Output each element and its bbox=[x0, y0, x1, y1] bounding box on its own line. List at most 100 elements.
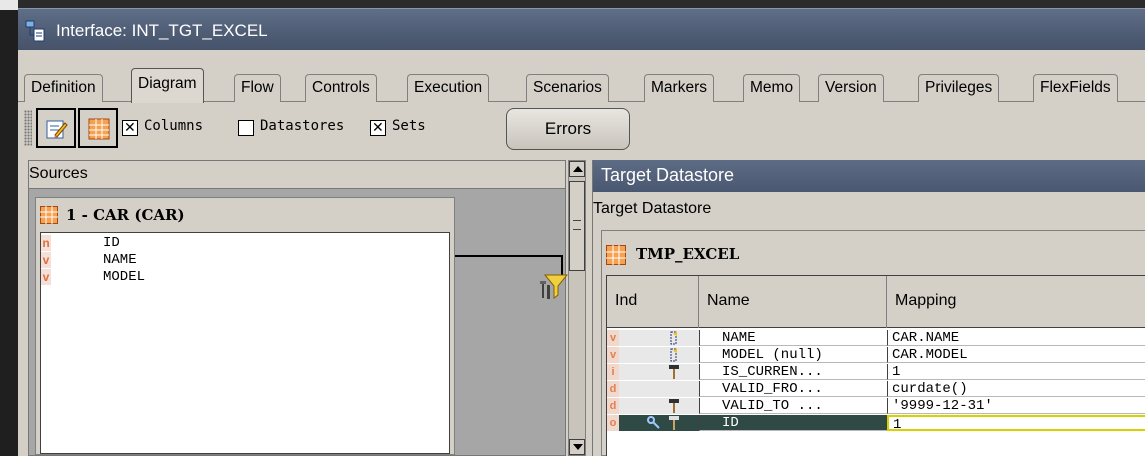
column-name: ID bbox=[103, 235, 120, 251]
edit-button[interactable] bbox=[36, 108, 76, 148]
mapping-expression[interactable]: 1 bbox=[887, 364, 1145, 380]
target-header: Target Datastore bbox=[593, 160, 1145, 192]
column-type-badge: v bbox=[607, 330, 619, 346]
column-type-badge: o bbox=[607, 415, 619, 431]
tab-controls[interactable]: Controls bbox=[305, 74, 377, 102]
title-bar[interactable]: Interface: INT_TGT_EXCEL bbox=[18, 8, 1145, 50]
datastores-checkbox[interactable] bbox=[238, 120, 254, 136]
list-item[interactable]: v MODEL bbox=[41, 269, 441, 285]
indicator-cell bbox=[619, 364, 699, 380]
source-datastore-box[interactable]: 1 - CAR (CAR) n ID v NAME v MODEL bbox=[35, 197, 455, 455]
target-column-name: IS_CURREN... bbox=[699, 364, 887, 380]
column-type-badge: v bbox=[41, 252, 51, 268]
sets-checkbox[interactable] bbox=[370, 119, 386, 136]
column-type-badge: v bbox=[41, 269, 51, 285]
mapping-expression[interactable]: '9999-12-31' bbox=[887, 398, 1145, 414]
staging-hammer-icon bbox=[669, 399, 679, 413]
datastore-table-icon bbox=[88, 118, 110, 140]
sets-label: Sets bbox=[392, 118, 426, 134]
sources-title: Sources bbox=[29, 165, 88, 182]
interface-icon bbox=[25, 20, 45, 42]
grid-header: Ind Name Mapping bbox=[607, 276, 1145, 328]
target-column-icon bbox=[670, 348, 677, 362]
table-row[interactable]: d VALID_FRO... curdate() bbox=[607, 381, 1145, 397]
target-column-icon bbox=[670, 331, 677, 345]
indicator-cell bbox=[619, 347, 699, 363]
target-column-name: MODEL (null) bbox=[699, 347, 887, 363]
diagram-toolbar: Columns Datastores Sets Errors bbox=[18, 104, 1145, 152]
datastore-table-icon bbox=[606, 245, 626, 265]
tab-flow[interactable]: Flow bbox=[234, 74, 281, 102]
column-type-badge: v bbox=[607, 347, 619, 363]
indicator-cell bbox=[619, 381, 699, 397]
tab-definition[interactable]: Definition bbox=[24, 74, 103, 102]
tab-execution[interactable]: Execution bbox=[407, 74, 490, 102]
mapping-expression[interactable]: curdate() bbox=[887, 381, 1145, 397]
target-mapping-grid: Ind Name Mapping v NAME CAR.NAME v MODEL… bbox=[606, 275, 1145, 456]
target-column-name: NAME bbox=[699, 330, 887, 346]
table-row[interactable]: i IS_CURREN... 1 bbox=[607, 364, 1145, 380]
column-type-badge: n bbox=[41, 235, 51, 251]
datastore-table-icon bbox=[40, 206, 58, 224]
mapping-expression[interactable]: CAR.NAME bbox=[887, 330, 1145, 346]
mapping-expression[interactable]: CAR.MODEL bbox=[887, 347, 1145, 363]
sources-scrollbar[interactable] bbox=[568, 160, 586, 456]
key-icon bbox=[647, 416, 660, 429]
tab-strip: Definition Diagram Flow Controls Executi… bbox=[18, 68, 1145, 103]
columns-checkbox[interactable] bbox=[122, 119, 138, 136]
toolbar-grip[interactable] bbox=[24, 110, 32, 146]
filter-funnel-icon[interactable] bbox=[539, 273, 569, 303]
source-datastore-title: 1 - CAR (CAR) bbox=[66, 206, 185, 224]
join-link-line bbox=[455, 255, 563, 257]
column-type-badge: i bbox=[607, 364, 619, 380]
target-column-name: VALID_FRO... bbox=[699, 381, 887, 397]
tab-version[interactable]: Version bbox=[818, 74, 884, 102]
interface-window: Interface: INT_TGT_EXCEL Definition Diag… bbox=[18, 8, 1145, 456]
column-header-name[interactable]: Name bbox=[699, 276, 887, 328]
tab-diagram[interactable]: Diagram bbox=[131, 68, 204, 103]
target-header-title: Target Datastore bbox=[601, 165, 735, 185]
columns-label: Columns bbox=[144, 118, 204, 134]
indicator-cell bbox=[619, 330, 699, 346]
errors-button[interactable]: Errors bbox=[506, 108, 630, 150]
mapping-expression[interactable]: 1 bbox=[887, 415, 1145, 433]
table-row[interactable]: v NAME CAR.NAME bbox=[607, 330, 1145, 346]
column-type-badge: d bbox=[607, 381, 619, 397]
target-column-name: VALID_TO ... bbox=[699, 398, 887, 414]
sources-header: Sources bbox=[29, 161, 565, 189]
sources-panel: Sources 1 - CAR (CAR) n ID v NAME v MODE… bbox=[28, 160, 569, 456]
table-row[interactable]: d VALID_TO ... '9999-12-31' bbox=[607, 398, 1145, 414]
indicator-cell bbox=[619, 398, 699, 414]
tab-privileges[interactable]: Privileges bbox=[918, 74, 1000, 102]
scroll-up-arrow-icon[interactable] bbox=[569, 161, 585, 177]
indicator-cell bbox=[619, 415, 699, 431]
tab-memo[interactable]: Memo bbox=[743, 74, 801, 102]
target-datastore-box[interactable]: TMP_EXCEL Ind Name Mapping v NAME CAR.NA… bbox=[601, 230, 1145, 456]
target-column-name: ID bbox=[699, 415, 887, 431]
datastores-label: Datastores bbox=[260, 118, 345, 134]
desktop-strip-top bbox=[0, 0, 18, 10]
tab-scenarios[interactable]: Scenarios bbox=[526, 74, 609, 102]
list-item[interactable]: n ID bbox=[41, 235, 441, 251]
target-panel: Target Datastore Target Datastore TMP_EX… bbox=[592, 160, 1145, 456]
column-type-badge: d bbox=[607, 398, 619, 414]
column-header-ind[interactable]: Ind bbox=[607, 276, 699, 328]
datastore-view-button[interactable] bbox=[78, 108, 118, 148]
list-item[interactable]: v NAME bbox=[41, 252, 441, 268]
staging-hammer-icon bbox=[669, 416, 679, 430]
scroll-thumb[interactable] bbox=[569, 181, 585, 271]
column-name: MODEL bbox=[103, 269, 146, 285]
table-row[interactable]: v MODEL (null) CAR.MODEL bbox=[607, 347, 1145, 363]
tab-flexfields[interactable]: FlexFields bbox=[1033, 74, 1118, 102]
source-column-list: n ID v NAME v MODEL bbox=[40, 232, 450, 454]
target-subheader: Target Datastore bbox=[593, 200, 712, 217]
edit-pencil-icon bbox=[46, 120, 68, 139]
column-header-mapping[interactable]: Mapping bbox=[887, 276, 1145, 328]
staging-hammer-icon bbox=[669, 365, 679, 379]
column-name: NAME bbox=[103, 252, 137, 268]
tab-markers[interactable]: Markers bbox=[644, 74, 714, 102]
desktop-strip bbox=[0, 0, 18, 456]
table-row-selected[interactable]: o ID 1 bbox=[607, 415, 1145, 433]
window-title: Interface: INT_TGT_EXCEL bbox=[56, 21, 268, 40]
scroll-down-arrow-icon[interactable] bbox=[569, 439, 585, 455]
